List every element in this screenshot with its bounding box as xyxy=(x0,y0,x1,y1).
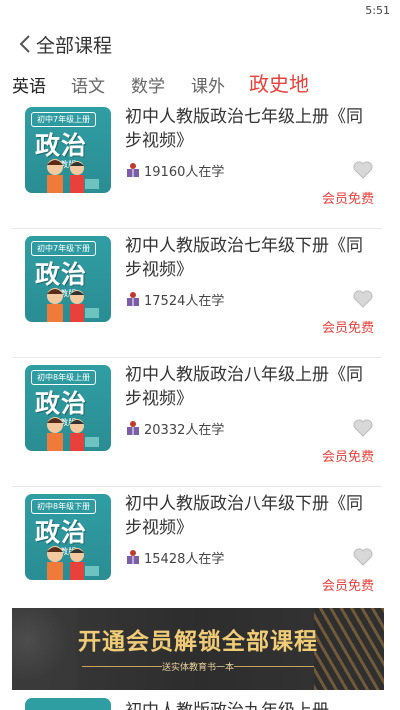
book-icon xyxy=(127,550,139,564)
learner-count-text: 19160人在学 xyxy=(144,164,225,180)
course-title[interactable]: 初中人教版政治七年级上册《同步视频》 xyxy=(125,105,375,153)
heart-icon[interactable] xyxy=(352,289,374,309)
cover-grade: 初中8年级下册 xyxy=(31,499,97,514)
course-list: 初中7年级上册 政治 (人教版) 初中人教版政治七年级上册《同步视频》 1916… xyxy=(12,100,382,615)
course-item-partial[interactable]: 初中人教版政治九年级上册 xyxy=(12,694,382,710)
course-item[interactable]: 初中8年级下册 政治 (人教版) 初中人教版政治八年级下册《同步视频》 1542… xyxy=(12,487,382,615)
course-cover xyxy=(25,698,111,710)
learner-count-text: 17524人在学 xyxy=(144,293,225,309)
cover-grade: 初中7年级下册 xyxy=(31,241,97,256)
status-bar: 5:51 xyxy=(0,0,400,24)
course-item[interactable]: 初中8年级上册 政治 (人教版) 初中人教版政治八年级上册《同步视频》 2033… xyxy=(12,358,382,487)
tab-english[interactable]: 英语 xyxy=(12,72,46,97)
students-illustration xyxy=(47,288,99,322)
member-free-badge: 会员免费 xyxy=(321,321,374,336)
course-title[interactable]: 初中人教版政治八年级下册《同步视频》 xyxy=(125,492,375,540)
students-illustration xyxy=(47,546,99,580)
learner-count: 20332人在学 xyxy=(125,418,224,438)
back-button[interactable] xyxy=(12,30,38,58)
course-cover: 初中8年级上册 政治 (人教版) xyxy=(25,365,111,451)
book-icon xyxy=(127,163,139,177)
member-free-badge: 会员免费 xyxy=(321,192,374,207)
tab-math[interactable]: 数学 xyxy=(131,72,165,97)
course-title[interactable]: 初中人教版政治九年级上册 xyxy=(125,696,329,710)
chevron-left-icon xyxy=(19,35,30,53)
learner-count-text: 20332人在学 xyxy=(144,422,225,438)
learner-count: 17524人在学 xyxy=(125,289,224,309)
tab-chinese[interactable]: 语文 xyxy=(71,72,105,97)
banner-headline: 开通会员解锁全部课程 xyxy=(78,629,318,655)
header: 全部课程 xyxy=(0,26,400,62)
heart-icon[interactable] xyxy=(352,160,374,180)
learner-count: 19160人在学 xyxy=(125,160,224,180)
tab-politics-history-geography[interactable]: 政史地 xyxy=(249,68,309,97)
membership-banner[interactable]: 开通会员解锁全部课程 送实体教育书一本 xyxy=(12,608,384,690)
tab-extracurricular[interactable]: 课外 xyxy=(191,72,225,97)
course-title[interactable]: 初中人教版政治七年级下册《同步视频》 xyxy=(125,234,375,282)
cover-grade: 初中7年级上册 xyxy=(31,112,97,127)
book-icon xyxy=(127,421,139,435)
learner-count-text: 15428人在学 xyxy=(144,551,225,567)
course-title[interactable]: 初中人教版政治八年级上册《同步视频》 xyxy=(125,363,375,411)
students-illustration xyxy=(47,159,99,193)
course-cover: 初中7年级下册 政治 (人教版) xyxy=(25,236,111,322)
students-illustration xyxy=(47,417,99,451)
page-title: 全部课程 xyxy=(36,35,113,57)
course-item[interactable]: 初中7年级上册 政治 (人教版) 初中人教版政治七年级上册《同步视频》 1916… xyxy=(12,100,382,229)
learner-count: 15428人在学 xyxy=(125,547,224,567)
book-icon xyxy=(127,292,139,306)
status-time: 5:51 xyxy=(365,4,390,17)
heart-icon[interactable] xyxy=(352,418,374,438)
cover-grade: 初中8年级上册 xyxy=(31,370,97,385)
course-cover: 初中7年级上册 政治 (人教版) xyxy=(25,107,111,193)
banner-subtext: 送实体教育书一本 xyxy=(161,663,234,673)
heart-icon[interactable] xyxy=(352,547,374,567)
course-item[interactable]: 初中7年级下册 政治 (人教版) 初中人教版政治七年级下册《同步视频》 1752… xyxy=(12,229,382,358)
member-free-badge: 会员免费 xyxy=(321,579,374,594)
member-free-badge: 会员免费 xyxy=(321,450,374,465)
course-cover: 初中8年级下册 政治 (人教版) xyxy=(25,494,111,580)
category-tabs: 英语 语文 数学 课外 政史地 xyxy=(0,68,400,104)
